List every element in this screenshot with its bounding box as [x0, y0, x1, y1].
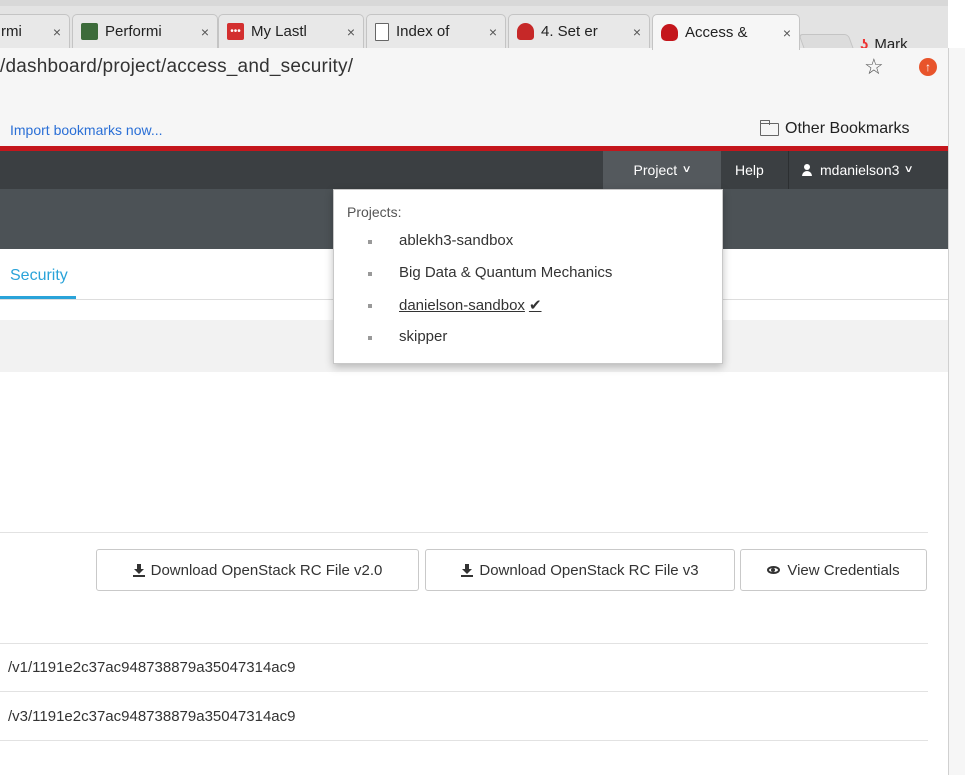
tab-title: Index of: [396, 23, 450, 40]
active-tab-indicator: [0, 296, 76, 299]
browser-tab[interactable]: rmi ×: [0, 14, 70, 48]
bullet-icon: [368, 336, 372, 340]
project-name: danielson-sandbox: [399, 296, 525, 314]
browser-tab[interactable]: Performi ×: [72, 14, 218, 48]
browser-tabstrip: rmi × Performi × ••• My Lastl × Index of…: [0, 0, 948, 54]
tab-title: rmi: [1, 23, 22, 40]
project-label: Project: [633, 162, 678, 178]
chevron-down-icon: ∨: [681, 164, 692, 175]
url-field[interactable]: /dashboard/project/access_and_security/: [0, 56, 353, 78]
bookmarks-bar: Import bookmarks now... Other Bookmarks: [0, 86, 948, 146]
lastpass-favicon-icon: •••: [227, 23, 244, 40]
project-menu-item[interactable]: Big Data & Quantum Mechanics: [368, 264, 613, 281]
download-rc-v3-label: Download OpenStack RC File v3: [479, 561, 699, 579]
divider: [0, 532, 928, 533]
browser-tab[interactable]: Index of ×: [366, 14, 506, 48]
endpoint-url: /v1/1191e2c37ac948738879a35047314ac9: [8, 659, 296, 676]
other-bookmarks-label: Other Bookmarks: [785, 120, 910, 137]
window-edge: [948, 48, 965, 775]
tab-title: 4. Set er: [541, 23, 598, 40]
browser-tab-active[interactable]: Access & ×: [652, 14, 800, 50]
project-menu-item[interactable]: ablekh3-sandbox: [368, 232, 514, 249]
user-icon: [802, 164, 812, 176]
nav-divider: [788, 151, 789, 189]
bookmark-star-icon[interactable]: ☆: [864, 54, 884, 80]
close-icon[interactable]: ×: [783, 25, 791, 41]
address-bar: /dashboard/project/access_and_security/ …: [0, 48, 948, 86]
project-name: Big Data & Quantum Mechanics: [399, 264, 613, 281]
project-name: skipper: [399, 328, 448, 345]
bullet-icon: [368, 272, 372, 276]
user-menu-toggle[interactable]: mdanielson3 ∨: [802, 151, 915, 189]
tab-title: Access &: [685, 24, 748, 41]
bullet-icon: [368, 240, 372, 244]
chevron-down-icon: ∨: [903, 164, 915, 175]
eye-icon: [767, 566, 781, 574]
import-bookmarks-link[interactable]: Import bookmarks now...: [10, 122, 163, 138]
close-icon[interactable]: ×: [201, 24, 209, 40]
redhat-favicon-icon: [661, 24, 678, 41]
folder-icon: [760, 119, 779, 136]
bullet-icon: [368, 304, 372, 308]
close-icon[interactable]: ×: [53, 24, 61, 40]
top-navbar: Project ∨ Help mdanielson3 ∨: [0, 151, 948, 189]
user-name: mdanielson3: [820, 162, 900, 178]
page-favicon-icon: [375, 22, 389, 41]
projects-heading: Projects:: [347, 204, 402, 220]
download-icon: [461, 563, 474, 577]
close-icon[interactable]: ×: [347, 24, 355, 40]
help-link[interactable]: Help: [735, 151, 764, 189]
project-dropdown-toggle[interactable]: Project ∨: [603, 151, 721, 189]
table-row: /v3/1191e2c37ac948738879a35047314ac9: [0, 693, 928, 741]
performance-favicon-icon: [81, 23, 98, 40]
redhat-favicon-icon: [517, 23, 534, 40]
close-icon[interactable]: ×: [489, 24, 497, 40]
download-rc-v2-button[interactable]: Download OpenStack RC File v2.0: [96, 549, 419, 591]
tab-title: Performi: [105, 23, 162, 40]
download-rc-v2-label: Download OpenStack RC File v2.0: [150, 561, 383, 579]
view-credentials-button[interactable]: View Credentials: [740, 549, 927, 591]
download-icon: [132, 563, 145, 577]
browser-tab[interactable]: ••• My Lastl ×: [218, 14, 364, 48]
extension-icon[interactable]: ↑: [919, 58, 937, 76]
other-bookmarks-button[interactable]: Other Bookmarks: [760, 119, 910, 138]
table-row: /v1/1191e2c37ac948738879a35047314ac9: [0, 644, 928, 692]
project-menu-item[interactable]: skipper: [368, 328, 448, 345]
browser-tab[interactable]: 4. Set er ×: [508, 14, 650, 48]
project-dropdown-menu: Projects: ablekh3-sandbox Big Data & Qua…: [333, 189, 723, 364]
checkmark-icon: ✔: [528, 297, 542, 314]
project-menu-item-current[interactable]: danielson-sandbox ✔: [368, 296, 542, 314]
download-rc-v3-button[interactable]: Download OpenStack RC File v3: [425, 549, 735, 591]
close-icon[interactable]: ×: [633, 24, 641, 40]
tab-title: My Lastl: [251, 23, 307, 40]
view-credentials-label: View Credentials: [787, 561, 900, 579]
project-name: ablekh3-sandbox: [399, 232, 514, 249]
endpoint-url: /v3/1191e2c37ac948738879a35047314ac9: [8, 708, 296, 725]
tab-security[interactable]: Security: [10, 267, 68, 285]
